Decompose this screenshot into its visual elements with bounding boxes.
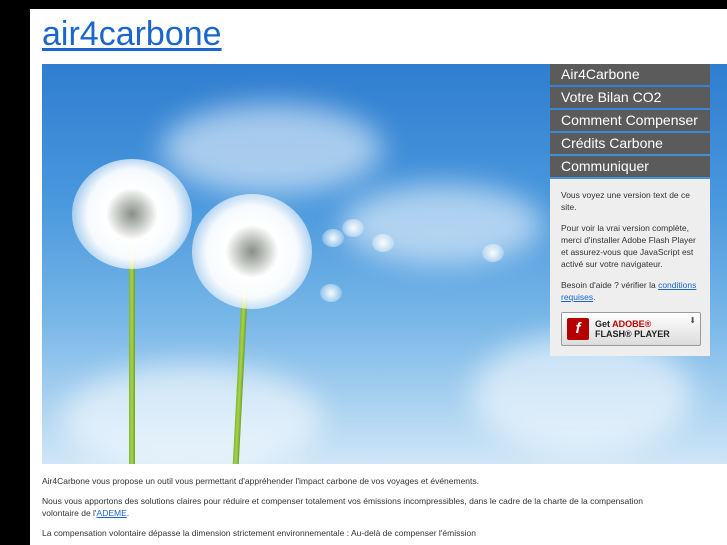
flash-button-label: Get ADOBE® FLASH® PLAYER (595, 319, 670, 339)
nav-item-comment-compenser[interactable]: Comment Compenser (550, 110, 710, 131)
floating-seed (482, 244, 504, 262)
get-flash-player-button[interactable]: f Get ADOBE® FLASH® PLAYER ⬇ (561, 312, 701, 346)
dandelion-puff (192, 194, 312, 309)
flash-notice-text: Vous voyez une version text de ce site. (561, 190, 690, 212)
sidebar: Air4Carbone Votre Bilan CO2 Comment Comp… (550, 64, 710, 356)
floating-seed (320, 284, 342, 302)
flash-notice-install-text: Pour voir la vrai version complète, merc… (561, 223, 696, 269)
page: air4carbone Air4Carbone Votre Bilan CO2 … (30, 9, 727, 545)
nav-item-credits-carbone[interactable]: Crédits Carbone (550, 133, 710, 154)
flash-logo-icon: f (567, 318, 589, 340)
flash-notice-help: Besoin d'aide ? vérifier la conditions r… (561, 279, 699, 303)
main-content: Air4Carbone vous propose un outil vous p… (42, 475, 682, 545)
cloud (342, 184, 542, 264)
intro-paragraph: Air4Carbone vous propose un outil vous p… (42, 476, 480, 486)
download-arrow-icon: ⬇ (689, 316, 696, 325)
floating-seed (322, 229, 344, 247)
help-suffix: . (593, 292, 596, 302)
help-prefix: Besoin d'aide ? vérifier la (561, 280, 659, 290)
nav-item-bilan-co2[interactable]: Votre Bilan CO2 (550, 87, 710, 108)
floating-seed (342, 219, 364, 237)
solutions-suffix: . (126, 508, 130, 518)
site-title-link[interactable]: air4carbone (42, 15, 222, 54)
flash-notice: Vous voyez une version text de ce site. … (550, 179, 710, 356)
flash-player-text: FLASH® PLAYER (595, 329, 670, 339)
flash-adobe-text: ADOBE® (612, 319, 652, 329)
cloud (62, 364, 322, 464)
floating-seed (372, 234, 394, 252)
solutions-paragraph: Nous vous apportons des solutions claire… (42, 495, 682, 519)
dandelion-puff (72, 159, 192, 269)
nav-item-air4carbone[interactable]: Air4Carbone (550, 64, 710, 85)
nav-item-communiquer[interactable]: Communiquer (550, 156, 710, 177)
cloud (162, 104, 382, 194)
compensation-paragraph: La compensation volontaire dépasse la di… (42, 528, 476, 538)
flash-get-text: Get (595, 319, 613, 329)
ademe-link[interactable]: ADEME (97, 508, 127, 518)
solutions-text: Nous vous apportons des solutions claire… (42, 496, 643, 518)
